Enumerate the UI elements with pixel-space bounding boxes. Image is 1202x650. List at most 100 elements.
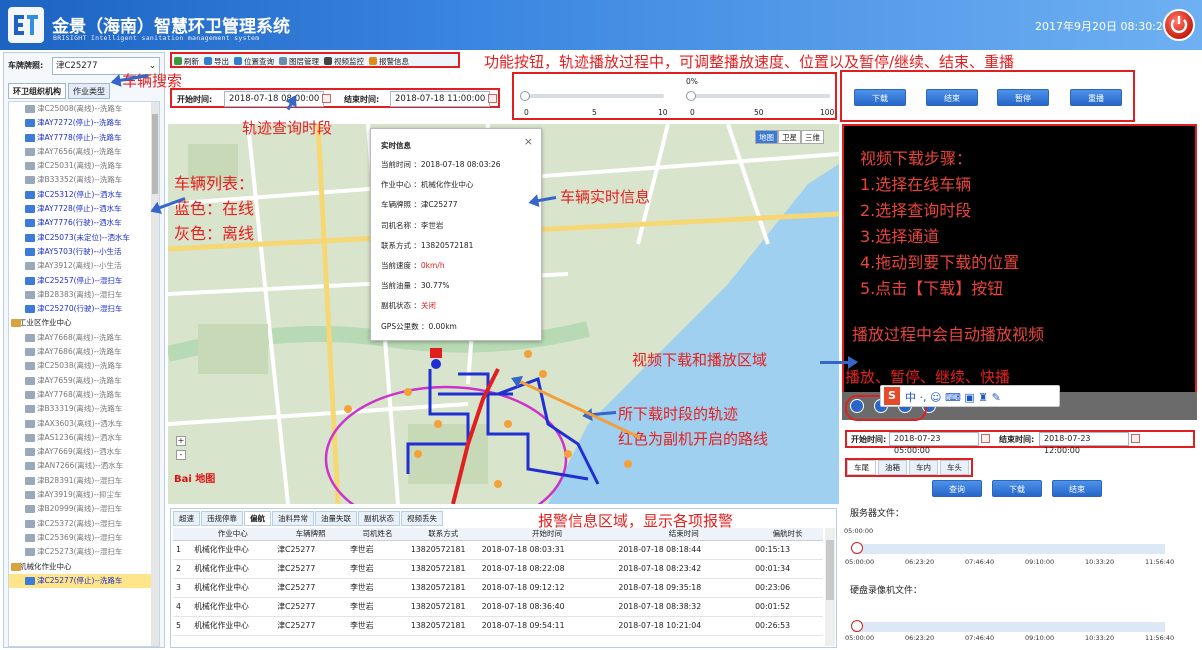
vehicle-item[interactable]: 津AY7668(离线)--洗路车 [9,331,159,345]
speed-slider-handle[interactable] [520,91,530,101]
vehicle-item[interactable]: 津C25372(离线)--湿扫车 [9,517,159,531]
video-start-input[interactable]: 2018-07-23 05:00:00 [889,432,979,455]
vehicle-item[interactable]: 津AY7776(行驶)--洒水车 [9,216,159,230]
timeline-bar[interactable] [853,622,1165,632]
vehicle-item[interactable]: 津AY7768(离线)--洗路车 [9,388,159,402]
table-row[interactable]: 4 机械化作业中心 津C25277 李世岩 13820572181 2018-07-18 … [173,597,823,617]
table-row[interactable]: 1 机械化作业中心 津C25277 李世岩 13820572181 2018-07-18 … [173,540,823,560]
vehicle-item[interactable]: 津AY7669(离线)--洒水车 [9,445,159,459]
progress-slider[interactable] [690,94,830,98]
vehicle-item[interactable]: 津AY7728(停止)--洒水车 [9,202,159,216]
table-row[interactable]: 3 机械化作业中心 津C25277 李世岩 13820572181 2018-07-18 … [173,578,823,598]
toolbar-button[interactable]: 刷新 [172,54,202,70]
group-node[interactable]: 工业区作业中心 [9,316,159,330]
start-time-input[interactable]: 2018-07-18 08:00:00 [224,91,324,107]
column-header[interactable]: 偏航时长 [752,528,823,541]
toolbar-button[interactable]: 报警信息 [367,54,412,70]
vehicle-item[interactable]: 津C25270(行驶)--湿扫车 [9,302,159,316]
calendar-icon[interactable] [322,94,331,103]
progress-slider-handle[interactable] [686,91,696,101]
column-header[interactable]: 车辆牌照 [274,528,348,541]
vehicle-item[interactable]: 津C25277(停止)--洗路车 [9,573,159,589]
alarm-tab[interactable]: 油量失联 [315,511,357,526]
zoom-out-button[interactable]: - [176,450,186,460]
zoom-in-button[interactable]: + [176,436,186,446]
timeline-handle[interactable] [851,620,863,632]
vehicle-item[interactable]: 津AY7778(停止)--洗路车 [9,131,159,145]
truck-icon [25,205,35,214]
vehicle-item[interactable]: 津AN7266(离线)--洒水车 [9,459,159,473]
vehicle-item[interactable]: 津C25073(未定位)--洒水车 [9,231,159,245]
column-header[interactable]: 司机姓名 [347,528,408,541]
alarm-tab[interactable]: 副机状态 [358,511,400,526]
channel-tab[interactable]: 车头 [940,460,969,475]
column-header[interactable] [173,528,192,541]
channel-tab[interactable]: 车尾 [847,460,876,475]
calendar-icon[interactable] [981,434,990,443]
video-area[interactable]: 视频下载步骤： 1.选择在线车辆 2.选择查询时段 3.选择通道 4.拖动到要下载的位置… [842,124,1197,399]
vehicle-item[interactable]: 津AY7686(离线)--洗路车 [9,345,159,359]
vehicle-item[interactable]: 津B33352(离线)--洗路车 [9,173,159,187]
timeline-bar[interactable] [853,544,1165,554]
scrollbar-thumb[interactable] [826,540,834,600]
vehicle-item[interactable]: 津C25031(离线)--洗路车 [9,159,159,173]
column-header[interactable]: 联系方式 [407,528,479,541]
vehicle-item[interactable]: 津AY7659(离线)--洗路车 [9,374,159,388]
vehicle-item[interactable]: 津AY7656(离线)--洗路车 [9,145,159,159]
scrollbar-thumb[interactable] [152,114,158,194]
column-header[interactable]: 作业中心 [191,528,275,541]
alarm-tab[interactable]: 油料异常 [272,511,314,526]
vehicle-item[interactable]: 津C25008(离线)--洗路车 [9,102,159,116]
video-end-input[interactable]: 2018-07-23 12:00:00 [1039,432,1129,455]
ime-toolbar[interactable]: S 中 ·, ☺ ⌨ ▣ ♜ ✎ [880,385,1060,407]
end-time-input[interactable]: 2018-07-18 11:00:00 [390,91,490,107]
alarm-tab[interactable]: 偏航 [244,511,271,526]
vehicle-item[interactable]: 津AY5703(行驶)--小生活 [9,245,159,259]
server-timeline[interactable]: 05:00:00 06:23:20 07:46:40 09:10:00 10:33:20… [845,540,1197,572]
toolbar-button[interactable]: 位置查询 [232,54,277,70]
toolbar-button[interactable]: 图层管理 [277,54,322,70]
video-end-button[interactable]: 结束 [1052,480,1102,497]
channel-tab[interactable]: 油箱 [878,460,907,475]
alarm-scrollbar[interactable] [825,528,835,646]
calendar-icon[interactable] [488,94,497,103]
vehicle-item[interactable]: 津C25312(停止)--洒水车 [9,188,159,202]
tab-org[interactable]: 环卫组织机构 [8,83,66,99]
alarm-tab[interactable]: 违规停靠 [201,511,243,526]
vehicle-item[interactable]: 津AY7272(停止)--洗路车 [9,116,159,130]
table-row[interactable]: 5 机械化作业中心 津C25277 李世岩 13820572181 2018-07-18 … [173,616,823,636]
table-row[interactable]: 2 机械化作业中心 津C25277 李世岩 13820572181 2018-07-18 … [173,559,823,579]
close-icon[interactable]: × [524,135,533,148]
disk-timeline[interactable]: 05:00:00 06:23:20 07:46:40 09:10:00 10:33:20… [845,618,1197,650]
video-download-button[interactable]: 下载 [992,480,1042,497]
toolbar-button[interactable]: 视频监控 [322,54,367,70]
vehicle-list-scrollbar[interactable] [151,102,159,646]
ime-mode-icon[interactable]: 中 ·, ☺ ⌨ ▣ ♜ ✎ [905,389,1001,405]
group-node[interactable]: 机械化作业中心 [9,560,159,574]
map-type-map[interactable]: 地图 [755,130,778,144]
vehicle-item[interactable]: 津B28391(离线)--湿扫车 [9,474,159,488]
vehicle-item[interactable]: 津B20999(离线)--湿扫车 [9,502,159,516]
vehicle-item[interactable]: 津C25038(离线)--洗路车 [9,359,159,373]
vehicle-item[interactable]: 津AY3919(离线)--抑尘车 [9,488,159,502]
vehicle-item[interactable]: 津B28383(离线)--湿扫车 [9,288,159,302]
timeline-handle[interactable] [851,542,863,554]
video-query-button[interactable]: 查询 [932,480,982,497]
map-type-satellite[interactable]: 卫星 [778,130,801,144]
toolbar-button[interactable]: 导出 [202,54,232,70]
vehicle-item[interactable]: 津C25369(离线)--湿扫车 [9,531,159,545]
vehicle-item[interactable]: 津AY3912(离线)--小生活 [9,259,159,273]
vehicle-item[interactable]: 津AS1236(离线)--洒水车 [9,431,159,445]
alarm-tab[interactable]: 超速 [173,511,200,526]
vehicle-item[interactable]: 津C25257(停止)--湿扫车 [9,274,159,288]
tab-work-type[interactable]: 作业类型 [68,83,110,99]
vehicle-item[interactable]: 津B33319(离线)--洗路车 [9,402,159,416]
calendar-icon[interactable] [1131,434,1140,443]
vehicle-item[interactable]: 津AX3603(离线)--洒水车 [9,417,159,431]
alarm-tab[interactable]: 视频丢失 [401,511,443,526]
power-icon[interactable] [1163,9,1195,41]
map-type-3d[interactable]: 三维 [801,130,824,144]
channel-tab[interactable]: 车内 [909,460,938,475]
vehicle-item[interactable]: 津C25273(离线)--湿扫车 [9,545,159,559]
speed-slider[interactable] [524,94,664,98]
